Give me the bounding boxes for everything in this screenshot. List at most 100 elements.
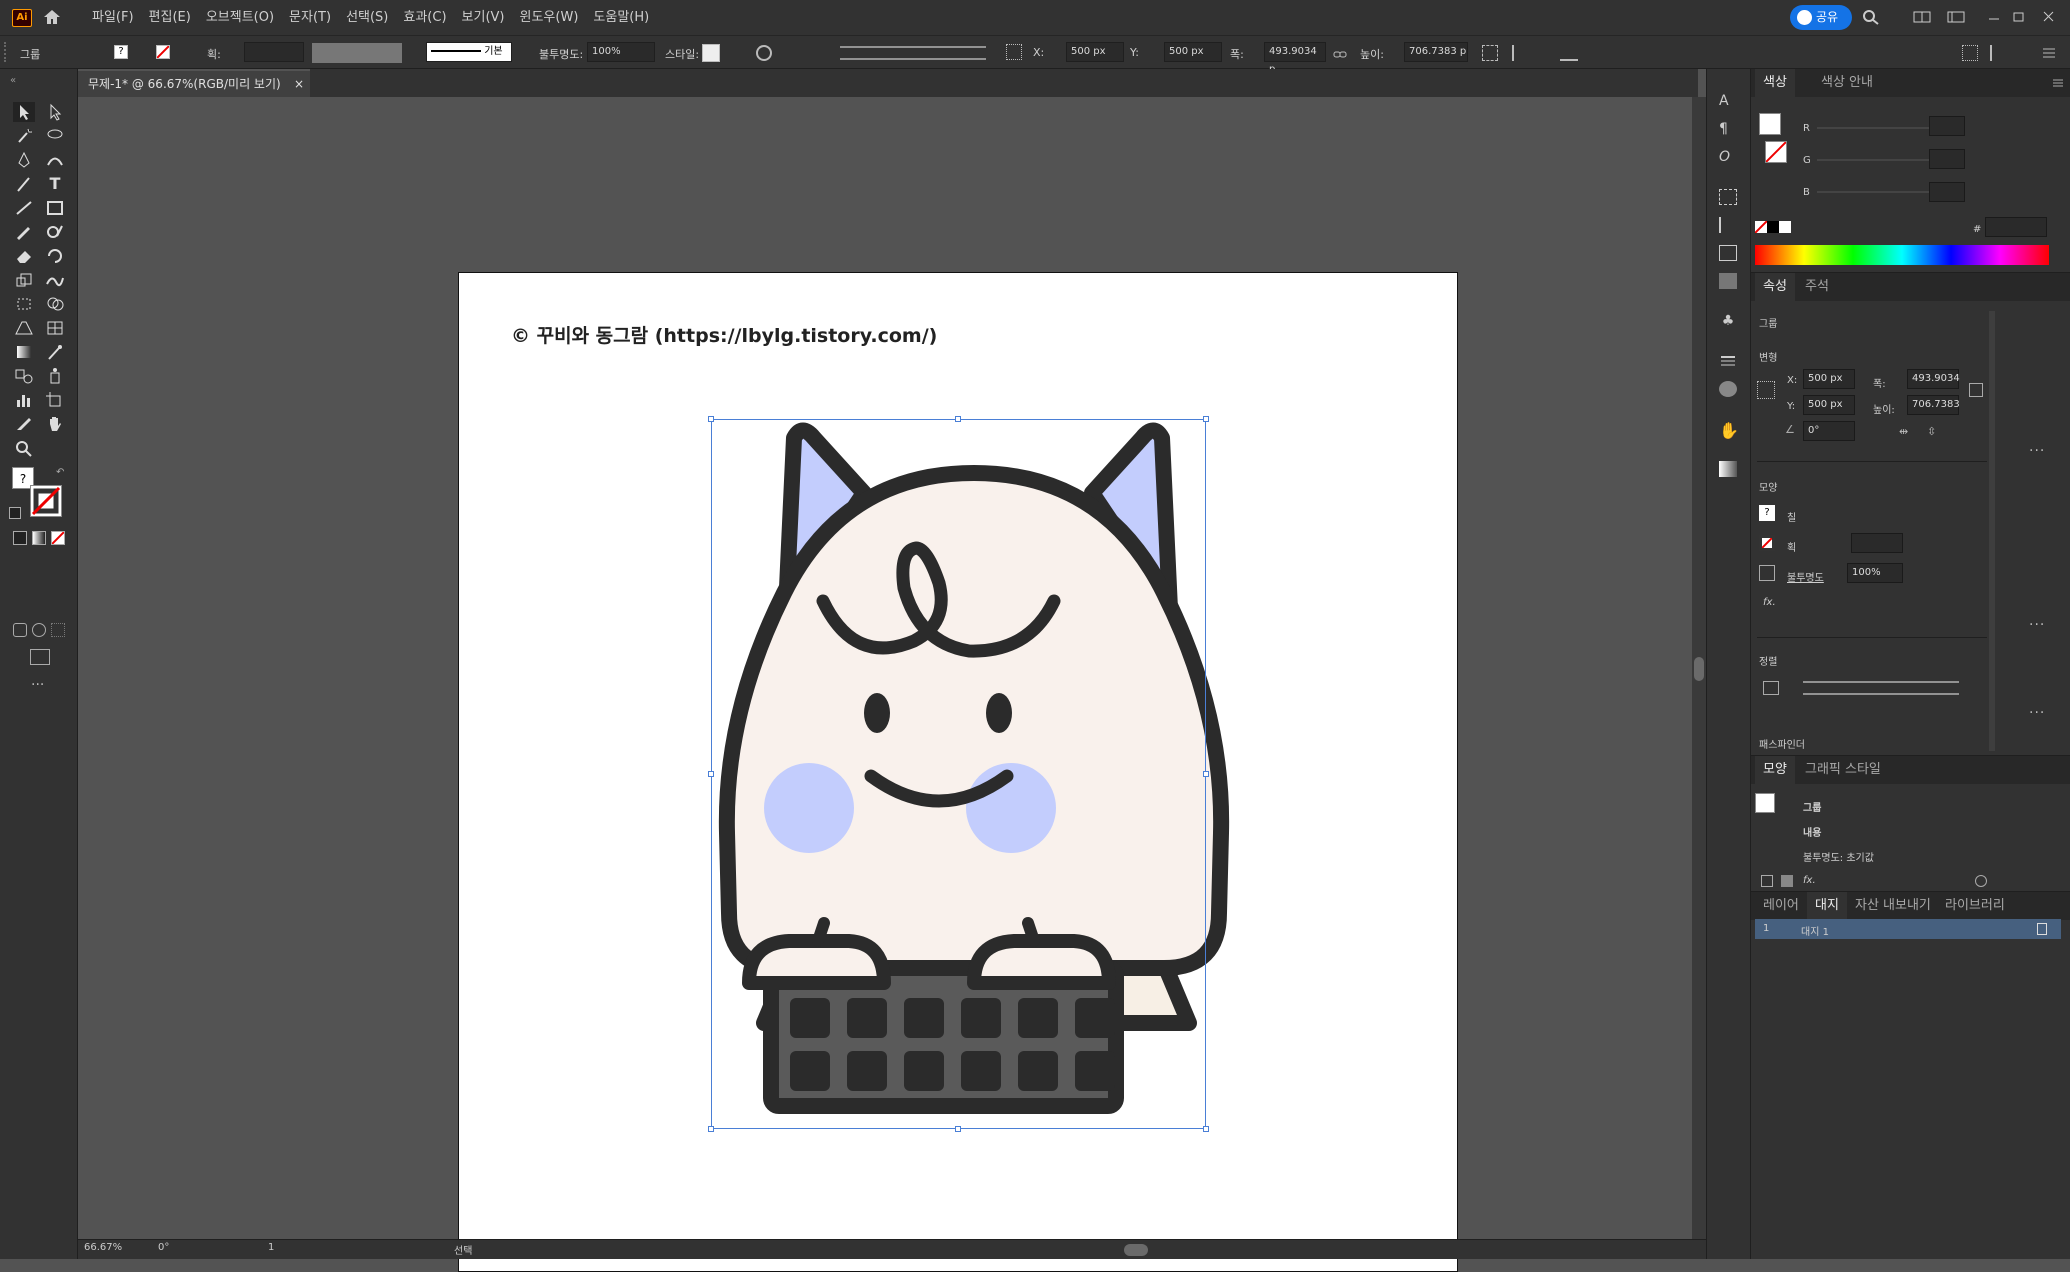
blend-tool-icon[interactable] — [13, 366, 35, 386]
none-color-swatch[interactable] — [1755, 221, 1767, 233]
reference-point-icon[interactable] — [1006, 44, 1022, 60]
r-field[interactable] — [1929, 116, 1965, 136]
home-icon[interactable] — [42, 8, 62, 26]
stroke-weight-field[interactable] — [244, 42, 304, 62]
transform-panel-icon[interactable] — [1719, 189, 1737, 205]
menu-effect[interactable]: 효과(C) — [403, 0, 446, 36]
tab-color[interactable]: 색상 — [1755, 69, 1795, 97]
vertical-scrollbar[interactable] — [1692, 97, 1706, 1239]
resize-handle[interactable] — [1203, 1126, 1209, 1132]
w-field[interactable]: 493.9034 — [1907, 369, 1960, 389]
tab-asset-export[interactable]: 자산 내보내기 — [1847, 892, 1939, 920]
puppet-warp-icon[interactable]: ✋ — [1719, 421, 1739, 440]
fx-button[interactable]: fx. — [1763, 597, 1776, 608]
appearance-contents[interactable]: 내용 — [1803, 824, 1821, 839]
black-color-swatch[interactable] — [1767, 221, 1779, 233]
document-setup-icon[interactable] — [1962, 45, 1978, 61]
paintbrush-tool-icon[interactable] — [13, 222, 35, 242]
hand-tool-icon[interactable] — [44, 414, 66, 434]
angle-field[interactable]: 0° — [1803, 421, 1855, 441]
resize-handle[interactable] — [1203, 771, 1209, 777]
color-mode-icon[interactable] — [13, 531, 27, 545]
draw-behind-icon[interactable] — [32, 623, 46, 637]
stroke-swatch[interactable] — [1759, 535, 1775, 551]
opacity-label[interactable]: 불투명도 — [1787, 569, 1824, 584]
copyright-text[interactable]: © 꾸비와 동그람 (https://lbylg.tistory.com/) — [511, 321, 937, 348]
panel-menu-icon[interactable] — [2051, 75, 2065, 89]
none-mode-icon[interactable] — [51, 531, 65, 545]
collapse-icon[interactable]: « — [10, 75, 16, 86]
edit-toolbar-icon[interactable]: ··· — [31, 677, 44, 693]
opacity-field[interactable]: 100% — [1847, 563, 1903, 583]
column-graph-tool-icon[interactable] — [13, 390, 35, 410]
eyedropper-tool-icon[interactable] — [44, 342, 66, 362]
horizontal-scroll-thumb[interactable] — [1124, 1244, 1148, 1256]
x-field[interactable]: 500 px — [1803, 369, 1855, 389]
gradient-tool-icon[interactable] — [13, 342, 35, 362]
symbols-panel-icon[interactable]: ♣ — [1719, 313, 1737, 329]
rotate-tool-icon[interactable] — [44, 246, 66, 266]
menu-window[interactable]: 윈도우(W) — [520, 0, 579, 36]
gradient-panel-icon[interactable] — [1719, 461, 1737, 477]
tab-layers[interactable]: 레이어 — [1755, 892, 1807, 920]
artboard-navigator[interactable]: 1 — [268, 1242, 274, 1253]
stroke-swatch[interactable] — [156, 45, 170, 59]
transform-icon[interactable] — [1482, 45, 1498, 61]
more-options-icon[interactable]: ··· — [2029, 617, 2045, 633]
pen-tool-icon[interactable] — [13, 150, 35, 170]
artboard-options-icon[interactable] — [2037, 923, 2047, 935]
canvas-area[interactable]: © 꾸비와 동그람 (https://lbylg.tistory.com/) — [78, 97, 1692, 1272]
artboard[interactable]: © 꾸비와 동그람 (https://lbylg.tistory.com/) — [458, 272, 1458, 1272]
swap-colors-icon[interactable]: ↶ — [56, 467, 64, 478]
artboard-row[interactable]: 1 대지 1 — [1755, 919, 2061, 939]
tab-artboards[interactable]: 대지 — [1807, 892, 1847, 920]
fill-swatch[interactable]: ? — [114, 45, 128, 59]
y-field[interactable]: 500 px — [1803, 395, 1855, 415]
workspace-icon[interactable] — [1947, 9, 1965, 25]
add-effect-button[interactable]: fx. — [1803, 875, 1816, 886]
curvature-tool-icon[interactable] — [44, 150, 66, 170]
clear-appearance-icon[interactable] — [1975, 875, 1987, 887]
document-tab[interactable]: 무제-1* @ 66.67%(RGB/미리 보기) × — [78, 69, 310, 97]
constrain-link-icon[interactable] — [1333, 46, 1347, 58]
tab-color-guide[interactable]: 색상 안내 — [1813, 69, 1881, 97]
tab-comments[interactable]: 주석 — [1797, 273, 1837, 301]
warp-tool-icon[interactable] — [44, 270, 66, 290]
menu-help[interactable]: 도움말(H) — [593, 0, 649, 36]
align-panel-icon[interactable] — [1719, 217, 1737, 233]
mesh-tool-icon[interactable] — [44, 318, 66, 338]
align-icons[interactable] — [840, 46, 986, 60]
shaper-tool-icon[interactable] — [44, 222, 66, 242]
resize-handle[interactable] — [1203, 416, 1209, 422]
stroke-color-swatch[interactable] — [30, 485, 62, 517]
menu-object[interactable]: 오브젝트(O) — [206, 0, 274, 36]
appearance-opacity[interactable]: 불투명도: 초기값 — [1803, 849, 1874, 864]
pathfinder-panel-icon[interactable] — [1719, 245, 1737, 261]
minimize-icon[interactable] — [1985, 9, 2003, 25]
isolate-icon[interactable] — [1512, 45, 1530, 61]
direct-selection-tool-icon[interactable] — [44, 102, 66, 122]
tab-libraries[interactable]: 라이브러리 — [1937, 892, 2013, 920]
add-stroke-icon[interactable] — [1761, 875, 1773, 887]
zoom-level[interactable]: 66.67% — [84, 1242, 122, 1253]
constrain-proportions-icon[interactable] — [1969, 383, 1983, 397]
more-options-icon[interactable]: ··· — [2029, 443, 2045, 459]
add-fill-icon[interactable] — [1781, 875, 1793, 887]
opacity-field[interactable]: 100% — [587, 42, 655, 62]
type-tool-icon[interactable]: T — [44, 174, 66, 194]
reference-point-icon[interactable] — [1757, 381, 1775, 399]
tab-graphic-styles[interactable]: 그래픽 스타일 — [1797, 756, 1889, 784]
brush-definition[interactable]: 기본 — [426, 42, 512, 62]
artboard-tool-icon[interactable] — [44, 390, 66, 410]
menu-file[interactable]: 파일(F) — [92, 0, 134, 36]
width-field[interactable]: 493.9034 p — [1264, 42, 1326, 75]
stroke-weight-field[interactable] — [1851, 533, 1903, 553]
menu-edit[interactable]: 편집(E) — [149, 0, 191, 36]
panel-menu-icon[interactable] — [2040, 45, 2058, 61]
arrange-documents-icon[interactable] — [1913, 9, 1931, 25]
r-slider[interactable] — [1817, 127, 1937, 129]
menu-view[interactable]: 보기(V) — [462, 0, 505, 36]
x-field[interactable]: 500 px — [1066, 42, 1124, 62]
paragraph-icon[interactable]: ¶ — [1719, 121, 1737, 137]
variable-width-profile[interactable] — [312, 43, 402, 63]
